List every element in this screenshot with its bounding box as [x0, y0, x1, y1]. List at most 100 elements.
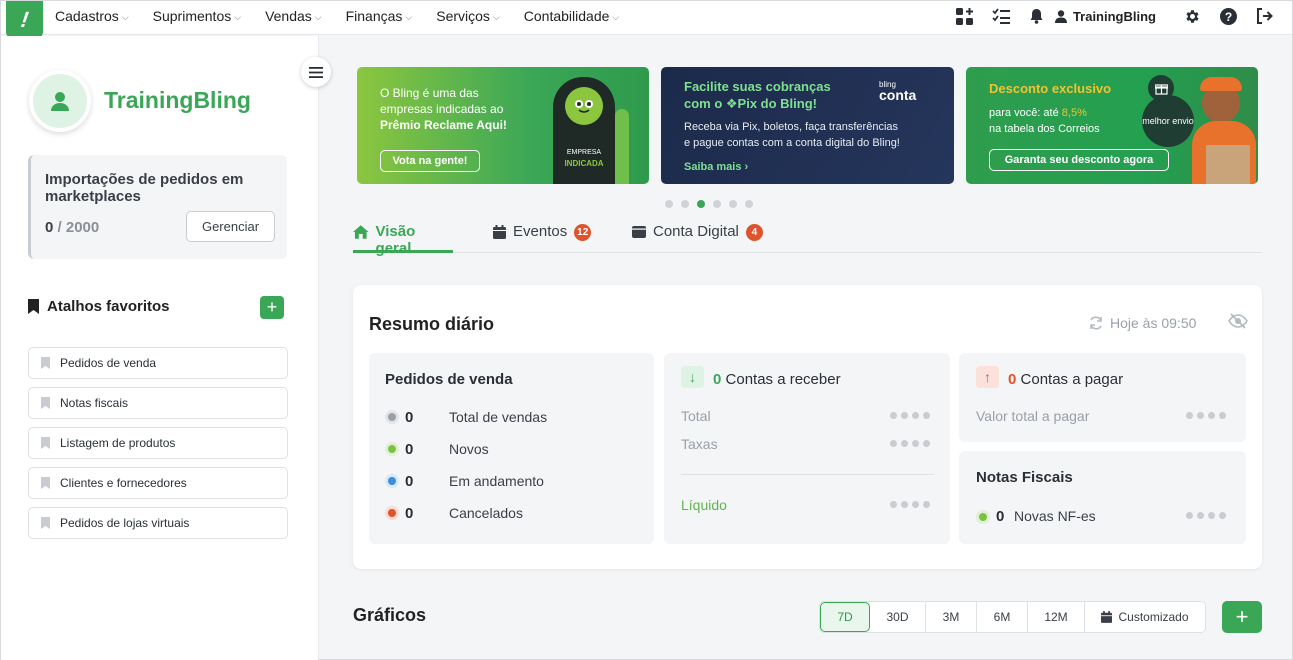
tab-events[interactable]: Eventos 12: [493, 217, 592, 253]
refresh-status[interactable]: Hoje às 09:50: [1089, 315, 1196, 331]
invoices-panel: Notas Fiscais 0 Novas NF-es: [959, 451, 1246, 544]
menu-label: Suprimentos: [152, 8, 232, 24]
carousel-dot[interactable]: [729, 200, 737, 208]
carousel-dot[interactable]: [681, 200, 689, 208]
chevron-down-icon: ⌵: [314, 11, 322, 22]
total-sales-label: Total de vendas: [449, 409, 548, 425]
top-right-actions: TrainingBling ?: [947, 1, 1292, 31]
hidden-value: [890, 501, 930, 508]
import-quota: 0 / 2000: [45, 219, 99, 236]
menu-suprimentos[interactable]: Suprimentos ⌵: [153, 8, 241, 24]
banner1-line2: empresas indicadas ao: [380, 102, 504, 116]
collapse-sidebar-button[interactable]: [301, 57, 331, 87]
banner-reclame-aqui[interactable]: O Bling é uma das empresas indicadas ao …: [357, 67, 649, 184]
dashboard-tabs: Visão geral Eventos 12 Conta Digital 4: [353, 217, 1262, 257]
bling-conta-brand: bling conta: [879, 79, 916, 102]
logo-mark: !: [19, 6, 30, 32]
manage-button[interactable]: Gerenciar: [186, 211, 275, 242]
add-favorite-button[interactable]: +: [260, 296, 284, 319]
import-separator: /: [57, 219, 62, 236]
new-invoices-label: Novas NF-es: [1014, 508, 1096, 524]
menu-servicos[interactable]: Serviços ⌵: [436, 8, 500, 24]
badge-face-icon: [565, 87, 603, 125]
tasks-checklist-icon[interactable]: [991, 6, 1011, 26]
banner-melhor-envio[interactable]: Desconto exclusivo para você: até 8,5% n…: [966, 67, 1258, 184]
banner3-body2: na tabela dos Correios: [989, 123, 1100, 135]
settings-gear-icon[interactable]: [1182, 6, 1202, 26]
carousel-dot[interactable]: [713, 200, 721, 208]
tab-overview[interactable]: Visão geral: [353, 217, 453, 257]
add-widgets-icon[interactable]: [955, 6, 975, 26]
range-3m[interactable]: 3M: [926, 602, 977, 632]
banner1-decor: [615, 109, 629, 184]
new-orders-label: Novos: [449, 441, 489, 457]
banner-pix[interactable]: Facilite suas cobranças com o ❖Pix do Bl…: [661, 67, 954, 184]
menu-vendas[interactable]: Vendas ⌵: [265, 8, 322, 24]
company-name: TrainingBling: [104, 87, 251, 113]
user-name: TrainingBling: [1072, 8, 1156, 24]
digital-account-badge: 4: [745, 224, 763, 241]
bookmark-icon: [41, 397, 50, 409]
notifications-bell-icon[interactable]: [1027, 6, 1047, 26]
tab-label: Visão geral: [375, 223, 416, 257]
logout-icon[interactable]: [1254, 6, 1274, 26]
home-icon: [353, 225, 369, 239]
events-count-badge: 12: [574, 224, 592, 241]
help-icon[interactable]: ?: [1218, 6, 1238, 26]
date-range-selector: 7D 30D 3M 6M 12M Customizado: [819, 601, 1206, 633]
daily-summary-title: Resumo diário: [369, 314, 495, 334]
menu-label: Serviços: [436, 8, 490, 24]
favorite-item[interactable]: Listagem de produtos: [28, 427, 288, 459]
carousel-dot[interactable]: [665, 200, 673, 208]
add-chart-button[interactable]: +: [1222, 601, 1262, 633]
chevron-down-icon: ⌵: [612, 11, 620, 22]
favorite-label: Listagem de produtos: [60, 436, 176, 450]
delivery-person-illustration: [1188, 77, 1258, 184]
carousel-dot-active[interactable]: [697, 200, 705, 208]
menu-label: Cadastros: [55, 8, 119, 24]
get-discount-button[interactable]: Garanta seu desconto agora: [989, 149, 1169, 171]
bling-logo[interactable]: !: [6, 1, 43, 38]
tab-digital-account[interactable]: Conta Digital 4: [632, 217, 763, 253]
badge-line1: EMPRESA: [566, 149, 602, 156]
hidden-value: [1186, 412, 1226, 419]
menu-cadastros[interactable]: Cadastros ⌵: [55, 8, 129, 24]
accounts-payable-panel: ↑ 0 Contas a pagar Valor total a pagar: [959, 353, 1246, 442]
banner2-title1: Facilite suas cobranças: [684, 79, 831, 94]
range-12m[interactable]: 12M: [1028, 602, 1085, 632]
menu-financas[interactable]: Finanças ⌵: [346, 8, 413, 24]
import-card-title: Importações de pedidos em marketplaces: [45, 171, 244, 205]
chevron-down-icon: ⌵: [234, 11, 242, 22]
user-menu[interactable]: TrainingBling: [1054, 8, 1156, 24]
bookmark-icon: [41, 437, 50, 449]
learn-more-link[interactable]: Saiba mais ›: [684, 161, 748, 173]
menu-label: Finanças: [345, 8, 403, 24]
favorite-item[interactable]: Clientes e fornecedores: [28, 467, 288, 499]
status-dot-cancelled: [388, 509, 396, 517]
bookmark-icon: [28, 299, 39, 314]
hide-values-icon[interactable]: [1228, 313, 1248, 334]
bookmark-icon: [41, 477, 50, 489]
menu-contabilidade[interactable]: Contabilidade ⌵: [524, 8, 619, 24]
favorite-label: Pedidos de venda: [60, 356, 157, 370]
calendar-icon: [1101, 611, 1113, 623]
favorite-label: Notas fiscais: [60, 396, 129, 410]
payable-title: 0 Contas a pagar: [1008, 371, 1123, 388]
favorite-item[interactable]: Notas fiscais: [28, 387, 288, 419]
range-7d[interactable]: 7D: [820, 602, 870, 632]
vote-button[interactable]: Vota na gente!: [380, 150, 480, 172]
favorite-item[interactable]: Pedidos de venda: [28, 347, 288, 379]
receivable-title: 0 Contas a receber: [713, 371, 841, 388]
payable-total-label: Valor total a pagar: [976, 408, 1090, 424]
range-custom[interactable]: Customizado: [1085, 602, 1205, 632]
carousel-dot[interactable]: [745, 200, 753, 208]
range-6m[interactable]: 6M: [977, 602, 1028, 632]
favorite-label: Clientes e fornecedores: [60, 476, 187, 490]
avatar[interactable]: [29, 70, 91, 132]
favorite-item[interactable]: Pedidos de lojas virtuais: [28, 507, 288, 539]
menu-label: Vendas: [265, 8, 312, 24]
range-30d[interactable]: 30D: [870, 602, 926, 632]
gift-icon: [1148, 75, 1174, 101]
favorites-title: Atalhos favoritos: [28, 298, 170, 315]
sidebar: TrainingBling Importações de pedidos em …: [1, 36, 319, 660]
